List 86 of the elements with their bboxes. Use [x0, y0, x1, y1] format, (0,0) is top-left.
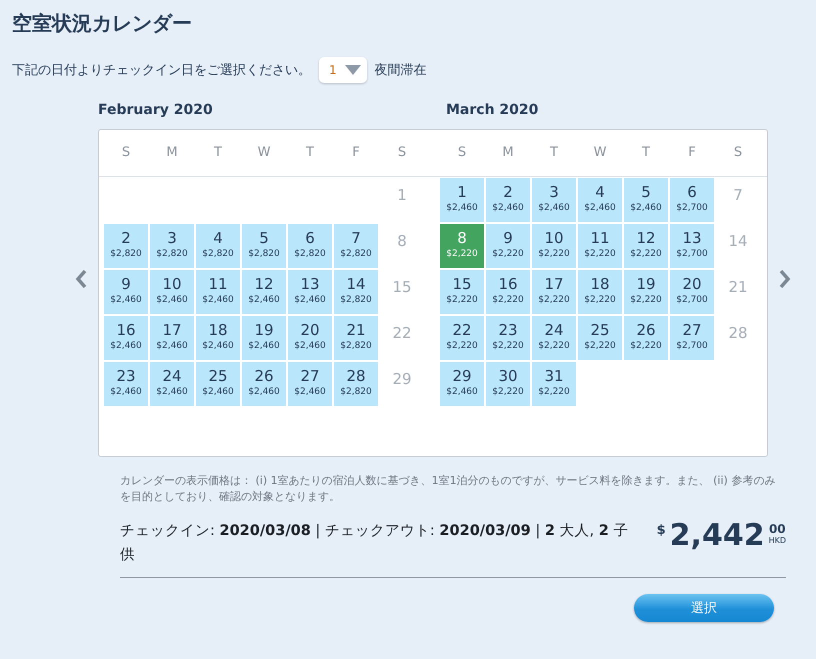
caret-icon — [344, 65, 361, 75]
date-cell[interactable]: 11 $2,220 — [578, 224, 622, 268]
weekday-label: S — [458, 144, 466, 162]
unavailable-date: 8 — [397, 232, 407, 250]
date-cell[interactable]: 29 $2,460 — [440, 362, 484, 406]
date-cell[interactable]: 23 $2,220 — [486, 316, 530, 360]
unavailable-date: 22 — [392, 324, 412, 342]
date-cell[interactable]: 6 $2,820 — [288, 224, 332, 268]
weekday-label: F — [688, 144, 696, 162]
date-cell[interactable]: 13 $2,700 — [670, 224, 714, 268]
date-cell[interactable]: 19 $2,220 — [624, 270, 668, 314]
nights-label: 夜間滞在 — [374, 62, 427, 79]
unavailable-date: 15 — [392, 278, 412, 296]
date-cell[interactable]: 9 $2,220 — [486, 224, 530, 268]
weekday-label: M — [502, 144, 514, 162]
date-cell[interactable]: 26 $2,220 — [624, 316, 668, 360]
unavailable-date: 14 — [728, 232, 748, 250]
date-cell[interactable]: 4 $2,820 — [196, 224, 240, 268]
date-cell[interactable]: 11 $2,460 — [196, 270, 240, 314]
date-cell[interactable]: 30 $2,220 — [486, 362, 530, 406]
date-cell[interactable]: 2 $2,460 — [486, 178, 530, 222]
date-cell[interactable]: 12 $2,220 — [624, 224, 668, 268]
date-cell[interactable]: 23 $2,460 — [104, 362, 148, 406]
nights-select[interactable]: 1 — [319, 57, 367, 83]
date-cell[interactable]: 28 $2,820 — [334, 362, 378, 406]
date-cell[interactable]: 5 $2,820 — [242, 224, 286, 268]
date-cell[interactable]: 13 $2,460 — [288, 270, 332, 314]
date-cell[interactable]: 15 $2,220 — [440, 270, 484, 314]
weekday-label: S — [398, 144, 406, 162]
unavailable-date: 7 — [733, 186, 743, 204]
weekday-label: S — [734, 144, 742, 162]
unavailable-date: 29 — [392, 370, 412, 388]
date-cell[interactable]: 4 $2,460 — [578, 178, 622, 222]
price-note: カレンダーの表示価格は： (i) 1室あたりの宿泊人数に基づき、1室1泊分のものですが、サービス料を除きます。また、 (ii) 参考のみを目的としており、確認の対象となります。 — [120, 473, 776, 505]
instruction-text: 下記の日付よりチェックイン日をご選択ください。 — [12, 62, 311, 79]
weekday-label: W — [258, 144, 270, 162]
weekday-label: T — [550, 144, 558, 162]
date-cell[interactable]: 3 $2,460 — [532, 178, 576, 222]
date-cell[interactable]: 27 $2,700 — [670, 316, 714, 360]
weekday-label: F — [352, 144, 360, 162]
booking-summary: チェックイン: 2020/03/08 | チェックアウト: 2020/03/09 | 2 大人, 2 子供 — [120, 522, 630, 565]
currency-symbol: $ — [656, 523, 666, 538]
weekday-label: W — [594, 144, 606, 162]
date-cell[interactable]: 24 $2,220 — [532, 316, 576, 360]
date-cell[interactable]: 7 $2,820 — [334, 224, 378, 268]
date-cell[interactable]: 14 $2,820 — [334, 270, 378, 314]
price-cents: 00 — [768, 523, 786, 536]
date-cell[interactable]: 2 $2,820 — [104, 224, 148, 268]
date-cell[interactable]: 1 $2,460 — [440, 178, 484, 222]
date-cell[interactable]: 17 $2,460 — [150, 316, 194, 360]
weekday-label: T — [306, 144, 314, 162]
month-title: February 2020 — [98, 101, 214, 120]
date-cell[interactable]: 27 $2,460 — [288, 362, 332, 406]
date-cell[interactable]: 24 $2,460 — [150, 362, 194, 406]
month-title: March 2020 — [446, 101, 540, 120]
date-cell[interactable]: 5 $2,460 — [624, 178, 668, 222]
date-cell[interactable]: 25 $2,460 — [196, 362, 240, 406]
date-cell[interactable]: 20 $2,700 — [670, 270, 714, 314]
date-cell[interactable]: 17 $2,220 — [532, 270, 576, 314]
date-cell[interactable]: 21 $2,820 — [334, 316, 378, 360]
unavailable-date: 28 — [728, 324, 748, 342]
date-cell[interactable]: 20 $2,460 — [288, 316, 332, 360]
currency-code: HKD — [768, 536, 786, 545]
date-cell[interactable]: 22 $2,220 — [440, 316, 484, 360]
date-cell[interactable]: 19 $2,460 — [242, 316, 286, 360]
date-cell[interactable]: 31 $2,220 — [532, 362, 576, 406]
date-cell[interactable]: 10 $2,220 — [532, 224, 576, 268]
date-cell[interactable]: 3 $2,820 — [150, 224, 194, 268]
date-cell[interactable]: 18 $2,460 — [196, 316, 240, 360]
unavailable-date: 1 — [397, 186, 407, 204]
total-price: 2,442 — [670, 519, 765, 553]
date-cell[interactable]: 10 $2,460 — [150, 270, 194, 314]
date-cell[interactable]: 25 $2,220 — [578, 316, 622, 360]
date-cell[interactable]: 18 $2,220 — [578, 270, 622, 314]
unavailable-date: 21 — [728, 278, 748, 296]
date-cell[interactable]: 16 $2,460 — [104, 316, 148, 360]
date-cell[interactable]: 26 $2,460 — [242, 362, 286, 406]
weekday-label: S — [122, 144, 130, 162]
date-cell[interactable]: 6 $2,700 — [670, 178, 714, 222]
date-cell[interactable]: 12 $2,460 — [242, 270, 286, 314]
date-cell[interactable]: 9 $2,460 — [104, 270, 148, 314]
weekday-label: T — [214, 144, 222, 162]
weekday-label: T — [642, 144, 650, 162]
weekday-label: M — [166, 144, 178, 162]
page-title: 空室状況カレンダー — [12, 10, 193, 36]
date-cell[interactable]: 16 $2,220 — [486, 270, 530, 314]
